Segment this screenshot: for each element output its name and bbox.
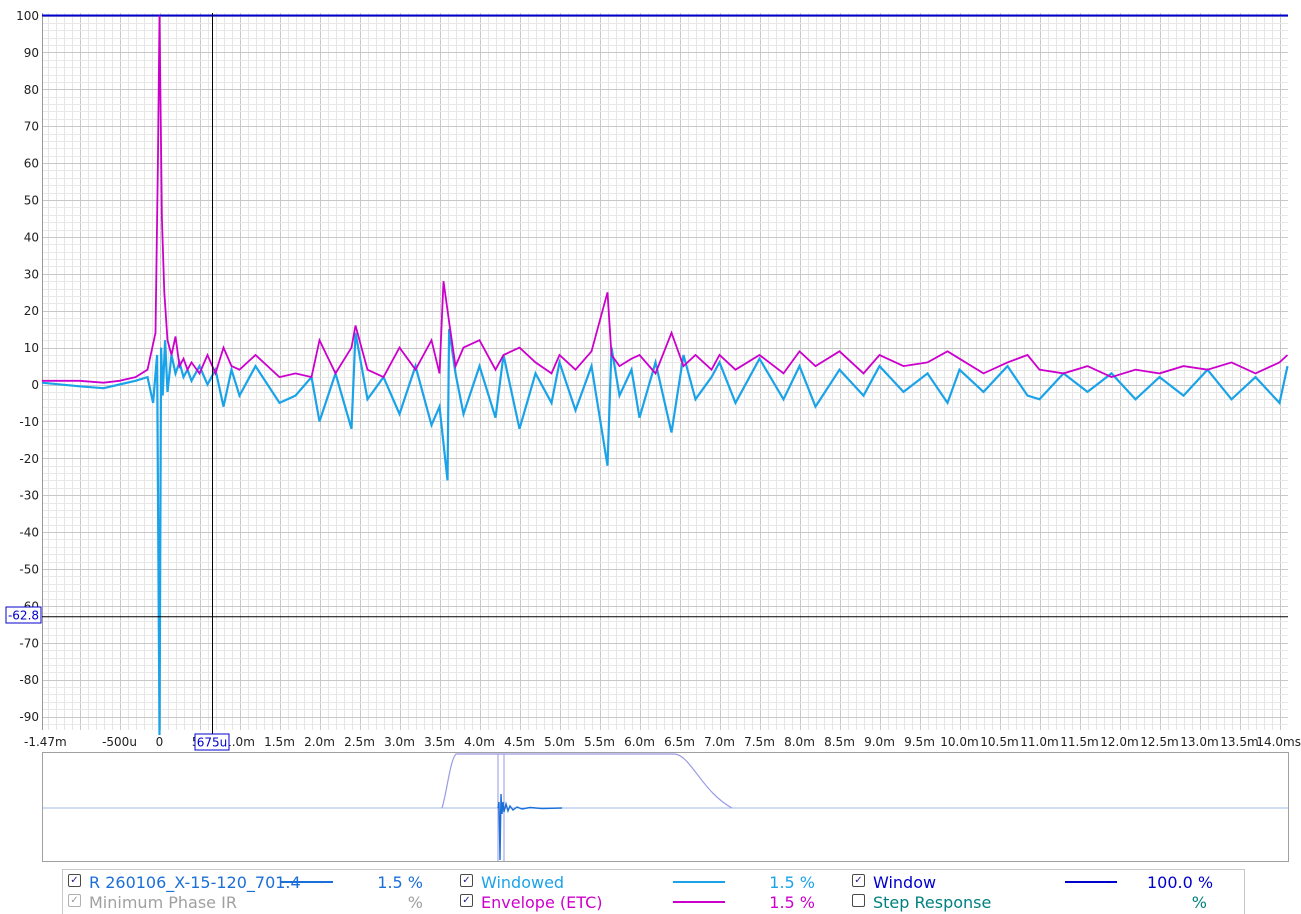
x-tick-label: 3.5m bbox=[424, 735, 455, 749]
x-tick-label: 8.0m bbox=[784, 735, 815, 749]
legend-panel: R 260106_X-15-120_701.4 1.5 % Windowed 1… bbox=[62, 869, 1245, 914]
x-tick-label: 5.5m bbox=[584, 735, 615, 749]
legend-label-windowed: Windowed bbox=[481, 873, 565, 892]
x-tick-label: 6.5m bbox=[664, 735, 695, 749]
x-tick-label: 3.0m bbox=[384, 735, 415, 749]
legend-value-measurement[interactable]: 1.5 % bbox=[363, 873, 423, 892]
y-tick-label: 100 bbox=[16, 9, 39, 23]
x-tick-label: 9.5m bbox=[904, 735, 935, 749]
x-tick-label: 0 bbox=[156, 735, 164, 749]
x-tick-label: 4.0m bbox=[464, 735, 495, 749]
x-tick-label: 11.5m bbox=[1060, 735, 1098, 749]
x-tick-label: 6.0m bbox=[624, 735, 655, 749]
x-tick-label: 14.0ms bbox=[1256, 735, 1301, 749]
window-checkbox[interactable] bbox=[852, 874, 865, 887]
x-tick-label: 13.0m bbox=[1180, 735, 1218, 749]
x-tick-label: 9.0m bbox=[864, 735, 895, 749]
legend-item-window[interactable]: Window 100.0 % bbox=[847, 871, 1239, 892]
x-tick-label: 12.5m bbox=[1140, 735, 1178, 749]
x-tick-label: 10.0m bbox=[940, 735, 978, 749]
y-tick-label: 10 bbox=[24, 341, 39, 355]
window-overview-panel[interactable] bbox=[42, 752, 1289, 862]
legend-swatch-windowed bbox=[673, 881, 725, 883]
y-tick-label: 60 bbox=[24, 157, 39, 171]
overview-frame bbox=[42, 752, 1289, 862]
legend-label-window: Window bbox=[873, 873, 937, 892]
legend-value-minimum-phase-ir[interactable]: % bbox=[363, 893, 423, 912]
y-tick-label: -50 bbox=[19, 563, 39, 577]
y-tick-label: -80 bbox=[19, 673, 39, 687]
x-tick-label: 13.5m bbox=[1220, 735, 1258, 749]
cursor-x-label: 675u bbox=[197, 736, 228, 750]
x-tick-label: 1.5m bbox=[264, 735, 295, 749]
legend-item-minimum-phase-ir[interactable]: Minimum Phase IR % bbox=[63, 891, 455, 912]
legend-item-windowed[interactable]: Windowed 1.5 % bbox=[455, 871, 847, 892]
y-tick-label: 90 bbox=[24, 46, 39, 60]
y-tick-label: -10 bbox=[19, 415, 39, 429]
measurement-checkbox[interactable] bbox=[68, 874, 81, 887]
y-tick-label: -20 bbox=[19, 452, 39, 466]
y-tick-label: 20 bbox=[24, 304, 39, 318]
x-tick-label: 12.0m bbox=[1100, 735, 1138, 749]
minimum-phase-ir-checkbox[interactable] bbox=[68, 894, 81, 907]
y-tick-label: 40 bbox=[24, 230, 39, 244]
y-tick-label: 0 bbox=[31, 378, 39, 392]
x-tick-label: 10.5m bbox=[980, 735, 1018, 749]
x-tick-label: 5.0m bbox=[544, 735, 575, 749]
legend-label-envelope-etc: Envelope (ETC) bbox=[481, 893, 603, 912]
legend-swatch-envelope-etc bbox=[673, 901, 725, 903]
legend-value-envelope-etc[interactable]: 1.5 % bbox=[755, 893, 815, 912]
x-tick-label: 11.0m bbox=[1020, 735, 1058, 749]
x-tick-label: -500u bbox=[102, 735, 137, 749]
legend-label-measurement: R 260106_X-15-120_701.4 bbox=[89, 873, 301, 892]
cursor-y-label: -62.8 bbox=[8, 609, 39, 623]
y-tick-label: 80 bbox=[24, 83, 39, 97]
y-tick-label: -40 bbox=[19, 526, 39, 540]
legend-item-envelope-etc[interactable]: Envelope (ETC) 1.5 % bbox=[455, 891, 847, 912]
legend-swatch-window bbox=[1065, 881, 1117, 883]
y-tick-label: -90 bbox=[19, 710, 39, 724]
x-tick-label: 4.5m bbox=[504, 735, 535, 749]
legend-value-step-response[interactable]: % bbox=[1147, 893, 1207, 912]
legend-label-step-response: Step Response bbox=[873, 893, 992, 912]
y-tick-label: 30 bbox=[24, 267, 39, 281]
y-tick-label: -30 bbox=[19, 489, 39, 503]
impulse-chart[interactable]: 1009080706050403020100-10-20-30-40-50-60… bbox=[0, 0, 1301, 752]
x-tick-label: 7.5m bbox=[744, 735, 775, 749]
x-tick-label: 7.0m bbox=[704, 735, 735, 749]
x-tick-label: -1.47m bbox=[24, 735, 67, 749]
cursor-x-readout: 675u bbox=[194, 733, 230, 751]
legend-label-minimum-phase-ir: Minimum Phase IR bbox=[89, 893, 237, 912]
y-tick-label: 70 bbox=[24, 120, 39, 134]
y-tick-label: -70 bbox=[19, 636, 39, 650]
legend-value-window[interactable]: 100.0 % bbox=[1147, 873, 1213, 892]
x-tick-label: 2.5m bbox=[344, 735, 375, 749]
legend-swatch-measurement bbox=[281, 881, 333, 883]
cursor-y-readout: -62.8 bbox=[5, 606, 42, 624]
y-tick-label: 50 bbox=[24, 194, 39, 208]
envelope-etc-checkbox[interactable] bbox=[460, 894, 473, 907]
step-response-checkbox[interactable] bbox=[852, 894, 865, 907]
legend-item-measurement[interactable]: R 260106_X-15-120_701.4 1.5 % bbox=[63, 871, 455, 892]
x-tick-label: 8.5m bbox=[824, 735, 855, 749]
legend-item-step-response[interactable]: Step Response % bbox=[847, 891, 1239, 912]
legend-value-windowed[interactable]: 1.5 % bbox=[755, 873, 815, 892]
windowed-checkbox[interactable] bbox=[460, 874, 473, 887]
x-tick-label: 2.0m bbox=[304, 735, 335, 749]
